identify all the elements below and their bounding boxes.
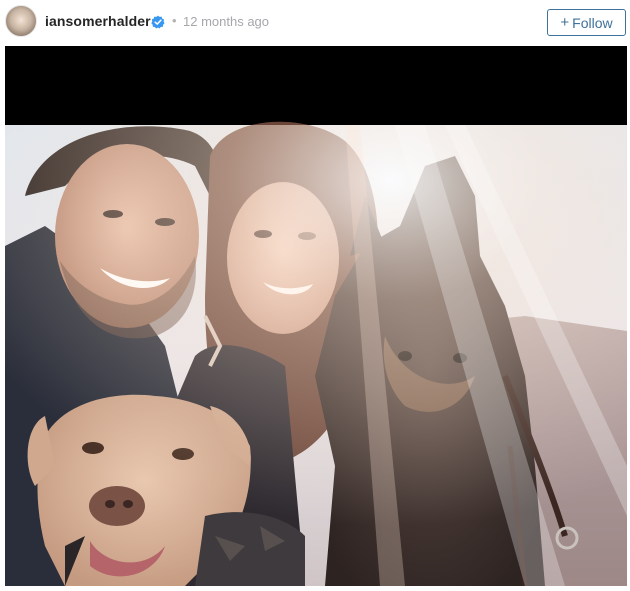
- separator-dot: •: [172, 13, 177, 28]
- user-avatar[interactable]: [5, 5, 37, 37]
- post-header: iansomerhalder • 12 months ago + Follow: [0, 0, 630, 46]
- follow-label: Follow: [572, 14, 613, 31]
- post-timestamp[interactable]: 12 months ago: [183, 14, 269, 29]
- post-photo[interactable]: [5, 46, 627, 586]
- photo-image: [5, 46, 627, 586]
- follow-button[interactable]: + Follow: [547, 9, 626, 36]
- plus-icon: +: [560, 14, 570, 31]
- username-link[interactable]: iansomerhalder: [45, 13, 151, 29]
- verified-badge-icon: [151, 15, 165, 29]
